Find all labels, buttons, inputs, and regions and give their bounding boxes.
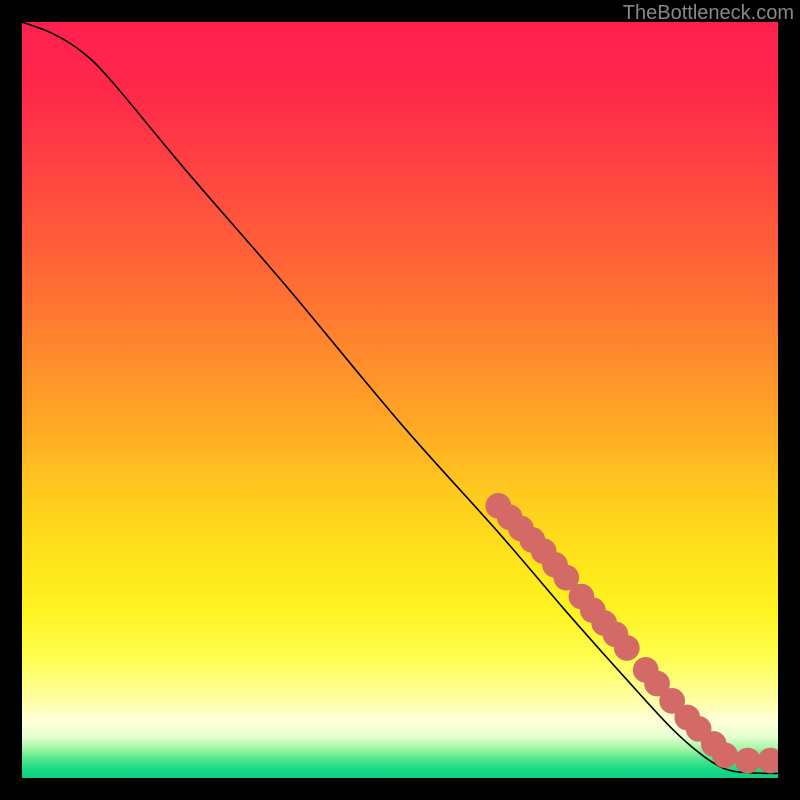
data-marker bbox=[739, 752, 757, 770]
data-marker bbox=[618, 639, 636, 657]
data-marker bbox=[557, 569, 575, 587]
marker-group bbox=[489, 497, 778, 770]
watermark-text: TheBottleneck.com bbox=[623, 2, 794, 25]
data-marker bbox=[648, 674, 666, 692]
data-marker bbox=[716, 746, 734, 764]
data-marker bbox=[663, 692, 681, 710]
data-marker bbox=[761, 752, 778, 770]
chart-overlay-svg bbox=[22, 22, 778, 778]
bottleneck-curve bbox=[22, 22, 778, 773]
chart-plot-area bbox=[22, 22, 778, 778]
